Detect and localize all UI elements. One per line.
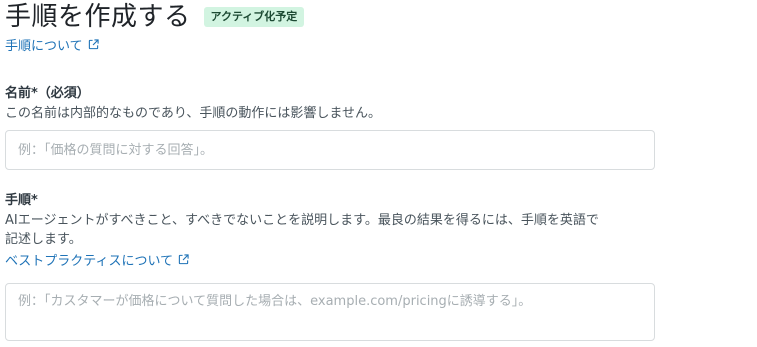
best-practices-link-label: ベストプラクティスについて	[5, 254, 174, 269]
create-instruction-page: 手順を作成する アクティブ化予定 手順について 名前*（必須） この名前は内部的…	[5, 0, 705, 341]
instruction-field-group: 手順* AIエージェントがすべきこと、すべきでないことを説明します。最良の結果を…	[5, 192, 705, 341]
name-input[interactable]	[5, 130, 655, 170]
name-field-group: 名前*（必須） この名前は内部的なものであり、手順の動作には影響しません。	[5, 85, 705, 170]
title-row: 手順を作成する アクティブ化予定	[5, 0, 705, 34]
instruction-field-label: 手順*	[5, 193, 38, 208]
status-badge: アクティブ化予定	[203, 7, 305, 27]
name-field-label: 名前*（必須）	[5, 86, 90, 101]
about-instructions-link[interactable]: 手順について	[5, 35, 99, 54]
external-link-icon	[88, 39, 99, 50]
instruction-field-hint-line-2: 記述します。	[5, 232, 82, 247]
name-field-hint: この名前は内部的なものであり、手順の動作には影響しません。	[5, 106, 381, 121]
page-title: 手順を作成する	[5, 2, 191, 32]
instruction-textarea[interactable]	[5, 283, 655, 341]
best-practices-link[interactable]: ベストプラクティスについて	[5, 250, 189, 269]
about-instructions-link-label: 手順について	[5, 39, 83, 54]
about-link-row: 手順について	[5, 35, 705, 54]
instruction-field-hint-line-1: AIエージェントがすべきこと、すべきでないことを説明します。最良の結果を得るには…	[5, 213, 599, 228]
external-link-icon	[178, 254, 189, 265]
